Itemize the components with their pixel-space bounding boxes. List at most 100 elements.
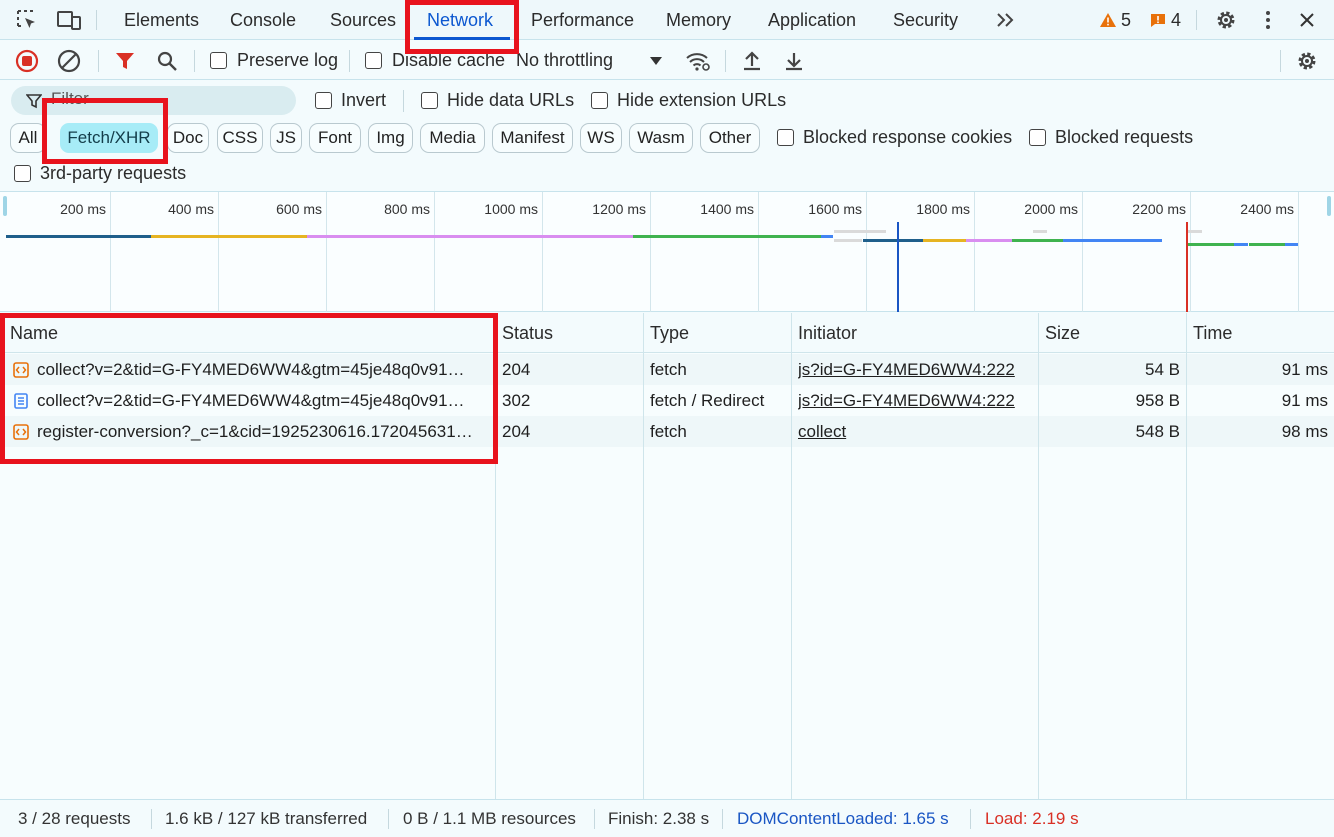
preserve-log-label[interactable]: Preserve log (237, 50, 338, 71)
request-status: 302 (502, 391, 531, 410)
type-filter-font[interactable]: Font (309, 123, 361, 153)
type-filter-doc[interactable]: Doc (167, 123, 209, 153)
request-size: 54 B (1145, 360, 1180, 379)
waterfall-bar (1188, 243, 1234, 246)
request-size: 958 B (1135, 391, 1180, 410)
waterfall-bar (966, 239, 1012, 242)
column-header-initiator[interactable]: Initiator (791, 313, 857, 353)
tick-label: 2000 ms (1024, 201, 1078, 217)
blocked-requests-checkbox[interactable] (1029, 129, 1046, 146)
hide-extension-urls-label[interactable]: Hide extension URLs (617, 90, 786, 111)
request-name[interactable]: register-conversion?_c=1&cid=1925230616.… (37, 416, 491, 447)
disable-cache-checkbox[interactable] (365, 52, 382, 69)
request-initiator-link[interactable]: js?id=G-FY4MED6WW4:222 (798, 385, 1033, 416)
summary-requests: 3 / 28 requests (18, 809, 131, 828)
type-filter-img[interactable]: Img (368, 123, 413, 153)
table-row[interactable]: register-conversion?_c=1&cid=1925230616.… (0, 416, 1334, 447)
type-filter-other[interactable]: Other (700, 123, 760, 153)
issues-count[interactable]: 4 (1171, 10, 1181, 31)
column-header-name[interactable]: Name (3, 313, 58, 353)
column-header-type[interactable]: Type (643, 313, 689, 353)
network-conditions-icon[interactable] (684, 49, 712, 73)
timeline-overview[interactable]: 200 ms 400 ms 600 ms 800 ms 1000 ms 1200… (0, 192, 1334, 312)
tick-label: 1200 ms (592, 201, 646, 217)
type-filter-wasm[interactable]: Wasm (629, 123, 693, 153)
settings-gear-icon[interactable] (1213, 8, 1239, 32)
invert-label[interactable]: Invert (341, 90, 386, 111)
type-filter-media[interactable]: Media (420, 123, 485, 153)
table-row[interactable]: collect?v=2&tid=G-FY4MED6WW4&gtm=45je48q… (0, 385, 1334, 416)
filter-bar: Filter Invert Hide data URLs Hide extens… (0, 80, 1334, 192)
device-toolbar-icon[interactable] (56, 8, 82, 32)
clear-icon[interactable] (56, 48, 82, 74)
issues-icon[interactable] (1149, 11, 1167, 29)
filter-icon[interactable] (112, 49, 138, 73)
more-options-icon[interactable] (1258, 8, 1278, 32)
stop-recording-icon[interactable] (14, 48, 40, 74)
hide-data-urls-label[interactable]: Hide data URLs (447, 90, 574, 111)
tab-memory[interactable]: Memory (666, 0, 731, 40)
blocked-response-cookies-checkbox[interactable] (777, 129, 794, 146)
more-tabs-icon[interactable] (994, 9, 1018, 31)
type-filter-fetch-xhr[interactable]: Fetch/XHR (60, 123, 158, 153)
tick-label: 800 ms (384, 201, 430, 217)
request-initiator-link[interactable]: collect (798, 416, 1033, 447)
waterfall-bar (1285, 243, 1298, 246)
search-icon[interactable] (154, 49, 180, 73)
table-row[interactable]: collect?v=2&tid=G-FY4MED6WW4&gtm=45je48q… (0, 354, 1334, 385)
tab-security[interactable]: Security (893, 0, 958, 40)
type-filter-js[interactable]: JS (270, 123, 302, 153)
summary-dom-content-loaded: DOMContentLoaded: 1.65 s (737, 809, 949, 828)
waterfall-bar (307, 235, 633, 238)
disable-cache-label[interactable]: Disable cache (392, 50, 505, 71)
tab-application[interactable]: Application (768, 0, 856, 40)
inspect-element-icon[interactable] (14, 8, 40, 32)
filter-funnel-icon (25, 92, 43, 110)
hide-data-urls-checkbox[interactable] (421, 92, 438, 109)
type-filter-ws[interactable]: WS (580, 123, 622, 153)
third-party-requests-checkbox[interactable] (14, 165, 31, 182)
tab-network[interactable]: Network (427, 0, 493, 40)
preserve-log-checkbox[interactable] (210, 52, 227, 69)
import-har-icon[interactable] (739, 49, 765, 73)
dropdown-arrow-icon[interactable] (646, 53, 666, 69)
summary-finish: Finish: 2.38 s (608, 809, 710, 828)
third-party-requests-label[interactable]: 3rd-party requests (40, 163, 186, 184)
summary-transferred: 1.6 kB / 127 kB transferred (165, 809, 368, 828)
waterfall-bar (863, 239, 923, 242)
column-divider[interactable] (1186, 313, 1187, 799)
document-icon (12, 392, 30, 410)
export-har-icon[interactable] (781, 49, 807, 73)
throttling-select[interactable]: No throttling (516, 50, 613, 71)
type-filter-all[interactable]: All (10, 123, 46, 153)
column-divider[interactable] (495, 313, 496, 799)
column-divider[interactable] (1038, 313, 1039, 799)
waterfall-bar (6, 235, 151, 238)
tab-elements[interactable]: Elements (124, 0, 199, 40)
network-settings-gear-icon[interactable] (1294, 49, 1320, 73)
blocked-response-cookies-label[interactable]: Blocked response cookies (803, 127, 1012, 148)
type-filter-manifest[interactable]: Manifest (492, 123, 573, 153)
overview-right-handle[interactable] (1327, 196, 1331, 216)
tab-sources[interactable]: Sources (330, 0, 396, 40)
column-header-time[interactable]: Time (1186, 313, 1232, 353)
filter-input[interactable]: Filter (11, 86, 296, 115)
hide-extension-urls-checkbox[interactable] (591, 92, 608, 109)
request-type: fetch (650, 360, 687, 379)
request-name[interactable]: collect?v=2&tid=G-FY4MED6WW4&gtm=45je48q… (37, 385, 491, 416)
request-name[interactable]: collect?v=2&tid=G-FY4MED6WW4&gtm=45je48q… (37, 354, 491, 385)
request-initiator-link[interactable]: js?id=G-FY4MED6WW4:222 (798, 354, 1033, 385)
column-divider[interactable] (643, 313, 644, 799)
warning-count[interactable]: 5 (1121, 10, 1131, 31)
network-toolbar: Preserve log Disable cache No throttling (0, 41, 1334, 80)
warning-icon[interactable] (1098, 11, 1118, 29)
tab-console[interactable]: Console (230, 0, 296, 40)
column-header-size[interactable]: Size (1038, 313, 1080, 353)
invert-checkbox[interactable] (315, 92, 332, 109)
blocked-requests-label[interactable]: Blocked requests (1055, 127, 1193, 148)
column-divider[interactable] (791, 313, 792, 799)
tab-performance[interactable]: Performance (531, 0, 634, 40)
column-header-status[interactable]: Status (495, 313, 553, 353)
type-filter-css[interactable]: CSS (217, 123, 263, 153)
close-devtools-icon[interactable] (1295, 8, 1319, 32)
